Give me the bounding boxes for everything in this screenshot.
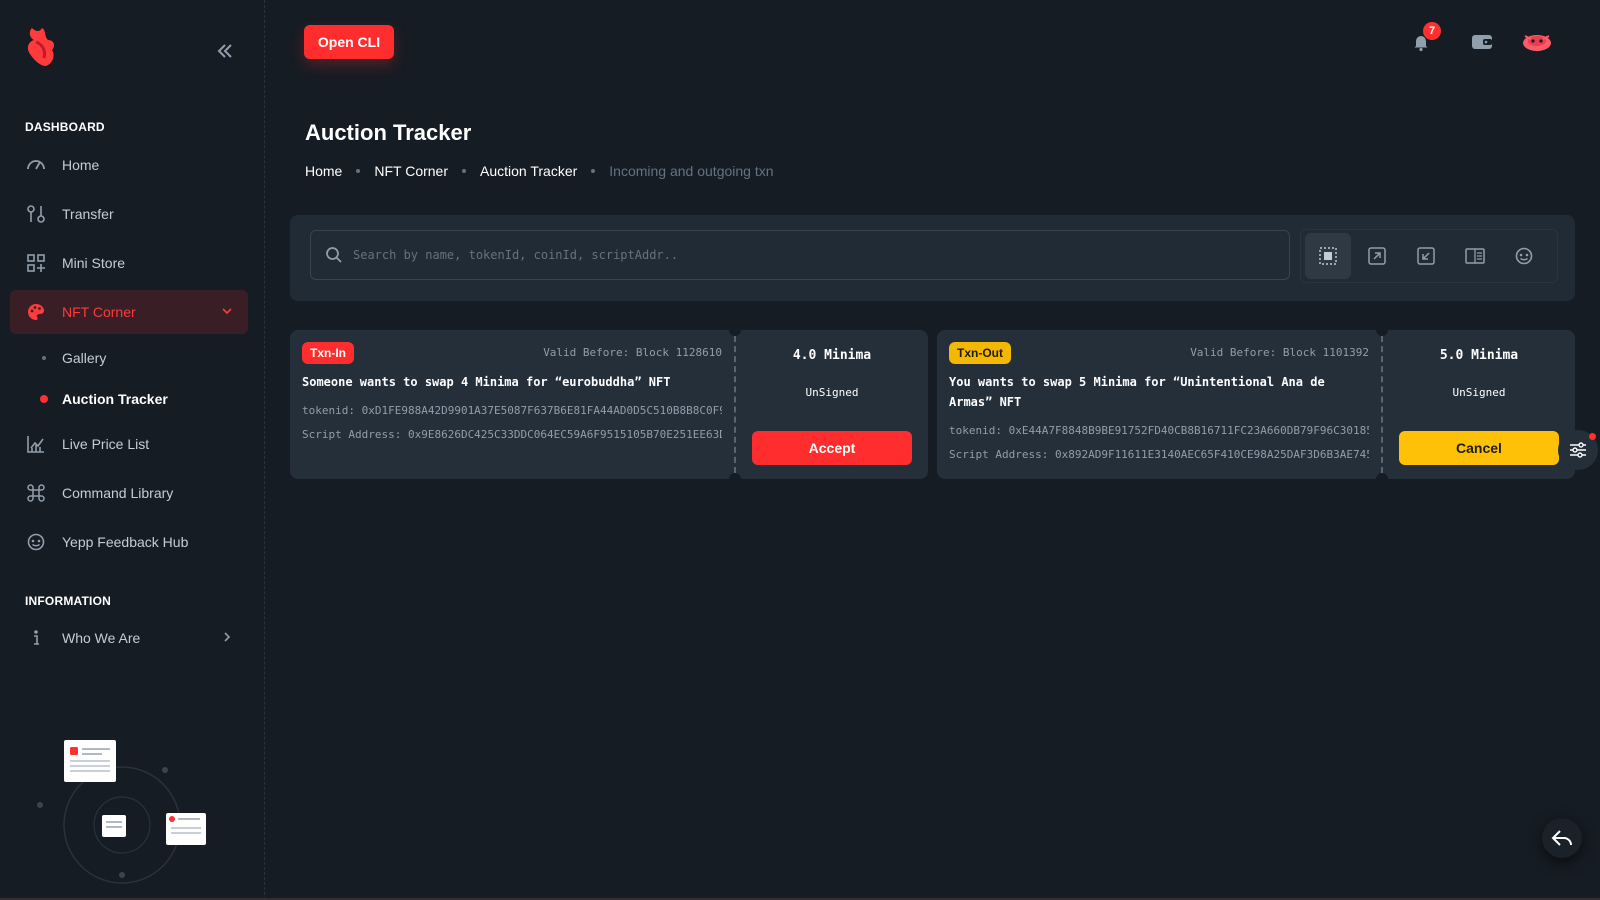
reply-icon bbox=[1551, 830, 1572, 846]
breadcrumb-home[interactable]: Home bbox=[305, 163, 342, 179]
ticket-notch bbox=[1376, 473, 1388, 485]
breadcrumb-separator bbox=[462, 169, 467, 173]
view-split-button[interactable] bbox=[1452, 233, 1498, 279]
script-address-text: Script Address: 0x892AD9F11611E3140AEC65… bbox=[949, 448, 1369, 461]
sidebar-item-command-library[interactable]: Command Library bbox=[10, 471, 248, 515]
txn-out-badge: Txn-Out bbox=[949, 342, 1011, 364]
ticket-divider bbox=[1381, 336, 1383, 473]
ticket-divider bbox=[734, 336, 736, 473]
sidebar-subitem-gallery[interactable]: Gallery bbox=[10, 340, 248, 376]
sidebar-item-label: Mini Store bbox=[62, 255, 126, 271]
notifications-button[interactable]: 7 bbox=[1407, 22, 1441, 56]
breadcrumb-nft-corner[interactable]: NFT Corner bbox=[374, 163, 448, 179]
sidebar-item-label: Live Price List bbox=[62, 436, 150, 452]
amount-text: 5.0 Minima bbox=[1439, 348, 1519, 363]
notification-count-badge: 7 bbox=[1423, 22, 1441, 40]
arrow-down-left-icon bbox=[1417, 247, 1435, 265]
transfer-icon bbox=[26, 204, 46, 224]
page-title: Auction Tracker bbox=[305, 120, 472, 145]
sidebar-item-transfer[interactable]: Transfer bbox=[10, 192, 248, 236]
ticket-notch bbox=[729, 473, 741, 485]
sidebar-item-label: Who We Are bbox=[62, 630, 141, 646]
ticket-notch bbox=[729, 324, 741, 336]
search-icon bbox=[326, 247, 342, 263]
accept-button[interactable]: Accept bbox=[752, 431, 912, 465]
view-outgoing-button[interactable] bbox=[1403, 233, 1449, 279]
sidebar-item-nft-corner[interactable]: NFT Corner bbox=[10, 290, 248, 334]
breadcrumb-separator bbox=[356, 169, 361, 173]
open-cli-button[interactable]: Open CLI bbox=[304, 25, 394, 59]
app-logo[interactable] bbox=[24, 26, 58, 68]
sidebar-item-label: NFT Corner bbox=[62, 304, 136, 320]
wallet-icon bbox=[1472, 35, 1492, 49]
ticket-notch bbox=[1376, 324, 1388, 336]
view-all-button[interactable] bbox=[1305, 233, 1351, 279]
view-filter-group bbox=[1300, 229, 1558, 283]
avatar[interactable] bbox=[1520, 28, 1554, 56]
palette-icon bbox=[26, 302, 46, 322]
txn-card-outgoing: Txn-Out Valid Before: Block 1101392 You … bbox=[937, 324, 1575, 485]
cancel-button[interactable]: Cancel bbox=[1399, 431, 1559, 465]
search-panel bbox=[290, 215, 1575, 301]
valid-before-text: Valid Before: Block 1128610 bbox=[543, 346, 722, 359]
section-title-dashboard: DASHBOARD bbox=[25, 120, 105, 134]
select-all-icon bbox=[1319, 247, 1337, 265]
sidebar-illustration bbox=[37, 740, 206, 884]
bullet-dot bbox=[42, 356, 46, 360]
back-button[interactable] bbox=[1542, 818, 1582, 858]
txn-in-badge: Txn-In bbox=[302, 342, 354, 364]
arrow-up-right-icon bbox=[1368, 247, 1386, 265]
split-view-icon bbox=[1465, 248, 1485, 264]
sidebar-item-label: Yepp Feedback Hub bbox=[62, 534, 189, 550]
wallet-button[interactable] bbox=[1468, 28, 1496, 56]
script-address-text: Script Address: 0x9E8626DC425C33DDC064EC… bbox=[302, 428, 722, 441]
breadcrumb-current: Incoming and outgoing txn bbox=[609, 163, 774, 179]
txn-title: You wants to swap 5 Minima for “Unintent… bbox=[949, 375, 1325, 409]
signature-status: UnSigned bbox=[805, 386, 859, 399]
settings-indicator-dot bbox=[1589, 433, 1596, 440]
sidebar-subitem-label: Auction Tracker bbox=[62, 391, 168, 407]
token-id-text: tokenid: 0xD1FE988A42D9901A37E5087F637B6… bbox=[302, 404, 722, 417]
amount-text: 4.0 Minima bbox=[792, 348, 872, 363]
settings-fab[interactable] bbox=[1558, 430, 1598, 470]
command-icon bbox=[26, 483, 46, 503]
view-incoming-button[interactable] bbox=[1354, 233, 1400, 279]
grid-icon bbox=[26, 253, 46, 273]
sidebar-item-live-price-list[interactable]: Live Price List bbox=[10, 422, 248, 466]
smile-icon bbox=[1515, 247, 1533, 265]
valid-before-text: Valid Before: Block 1101392 bbox=[1190, 346, 1369, 359]
sidebar-item-who-we-are[interactable]: Who We Are bbox=[10, 616, 248, 660]
token-id-text: tokenid: 0xE44A7F8848B9BE91752FD40CB8B16… bbox=[949, 424, 1369, 437]
sidebar: DASHBOARD Home Transfer Mini Store NFT C… bbox=[0, 0, 265, 900]
sidebar-item-label: Home bbox=[62, 157, 100, 173]
collapse-sidebar-icon[interactable] bbox=[214, 40, 236, 62]
chevron-down-icon bbox=[222, 308, 232, 315]
txn-title: Someone wants to swap 4 Minima for “euro… bbox=[302, 375, 671, 389]
signature-status: UnSigned bbox=[1452, 386, 1506, 399]
speedometer-icon bbox=[26, 155, 46, 175]
breadcrumb-auction-tracker[interactable]: Auction Tracker bbox=[480, 163, 577, 179]
sidebar-item-label: Transfer bbox=[62, 206, 114, 222]
search-input[interactable] bbox=[353, 248, 1253, 262]
chevron-right-icon bbox=[224, 632, 231, 642]
info-icon bbox=[26, 628, 46, 648]
sidebar-item-label: Command Library bbox=[62, 485, 174, 501]
txn-card-incoming: Txn-In Valid Before: Block 1128610 Someo… bbox=[290, 324, 928, 485]
sidebar-item-home[interactable]: Home bbox=[10, 143, 248, 187]
sidebar-subitem-auction-tracker[interactable]: Auction Tracker bbox=[10, 381, 248, 417]
sidebar-item-yepp-feedback-hub[interactable]: Yepp Feedback Hub bbox=[10, 520, 248, 564]
avatar-icon bbox=[1523, 35, 1551, 51]
section-title-information: INFORMATION bbox=[25, 594, 111, 608]
sidebar-subitem-label: Gallery bbox=[62, 350, 107, 366]
view-feedback-button[interactable] bbox=[1501, 233, 1547, 279]
chart-icon bbox=[26, 434, 46, 454]
sliders-icon bbox=[1570, 442, 1586, 458]
breadcrumb: Home NFT Corner Auction Tracker Incoming… bbox=[305, 163, 774, 179]
feedback-icon bbox=[26, 532, 46, 552]
search-box[interactable] bbox=[310, 230, 1290, 280]
active-dot bbox=[40, 395, 48, 403]
sidebar-item-mini-store[interactable]: Mini Store bbox=[10, 241, 248, 285]
breadcrumb-separator bbox=[591, 169, 596, 173]
